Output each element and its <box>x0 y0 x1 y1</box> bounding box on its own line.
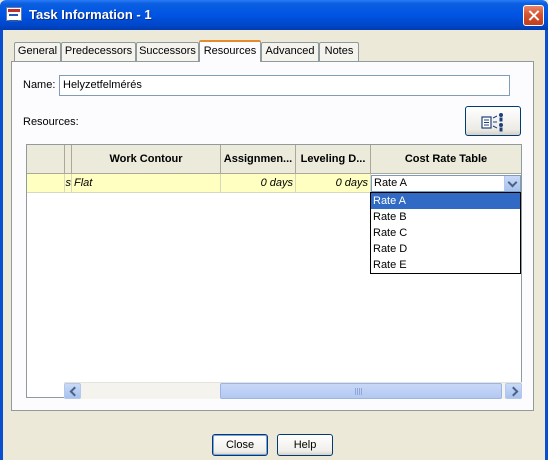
window-title: Task Information - 1 <box>29 7 152 22</box>
dropdown-option-rate-a[interactable]: Rate A <box>371 193 520 209</box>
scroll-right-icon[interactable] <box>505 383 522 399</box>
tab-predecessors[interactable]: Predecessors <box>61 42 136 61</box>
grip-icon <box>355 388 363 395</box>
window-frame-left <box>0 30 3 460</box>
app-icon <box>6 7 22 22</box>
cost-rate-dropdown-list[interactable]: Rate A Rate B Rate C Rate D Rate E <box>370 192 521 274</box>
cell-resource-name[interactable]: s <box>65 174 72 193</box>
chevron-down-icon[interactable] <box>504 176 520 191</box>
tab-advanced[interactable]: Advanced <box>261 42 319 61</box>
tab-general[interactable]: General <box>14 42 61 61</box>
column-header-cost-rate-table[interactable]: Cost Rate Table <box>371 145 521 174</box>
name-field[interactable]: Helyzetfelmérés <box>59 75 510 96</box>
cell-work-contour[interactable]: Flat <box>72 174 221 193</box>
dropdown-option-rate-d[interactable]: Rate D <box>371 241 520 257</box>
tab-notes[interactable]: Notes <box>319 42 359 61</box>
cost-rate-combo-value: Rate A <box>374 177 408 189</box>
tab-successors[interactable]: Successors <box>136 42 199 61</box>
assign-resources-button[interactable] <box>465 106 521 136</box>
dropdown-option-rate-c[interactable]: Rate C <box>371 225 520 241</box>
title-bar[interactable]: Task Information - 1 <box>0 0 548 30</box>
cell-leveling-delay[interactable]: 0 days <box>296 174 371 193</box>
name-label: Name: <box>23 79 56 91</box>
column-header-leveling-delay[interactable]: Leveling D... <box>296 145 371 174</box>
horizontal-scrollbar[interactable] <box>64 382 522 399</box>
table-row[interactable]: s Flat 0 days 0 days Rate A <box>27 174 521 193</box>
column-header-work-contour[interactable]: Work Contour <box>72 145 221 174</box>
help-button[interactable]: Help <box>277 434 333 456</box>
resources-label: Resources: <box>23 116 79 128</box>
close-button[interactable]: Close <box>212 434 268 456</box>
dropdown-option-rate-e[interactable]: Rate E <box>371 257 520 273</box>
scroll-left-icon[interactable] <box>64 383 81 399</box>
cell-assignment-delay[interactable]: 0 days <box>221 174 296 193</box>
column-header-resource[interactable] <box>65 145 72 174</box>
assign-resources-icon <box>481 113 503 132</box>
column-header-id[interactable] <box>27 145 65 174</box>
scrollbar-thumb[interactable] <box>220 383 502 399</box>
column-header-assignment-delay[interactable]: Assignmen... <box>221 145 296 174</box>
close-icon[interactable] <box>523 5 544 26</box>
cost-rate-combo[interactable]: Rate A <box>371 175 521 192</box>
cell-id[interactable] <box>27 174 65 193</box>
tab-resources[interactable]: Resources <box>199 40 261 62</box>
dropdown-option-rate-b[interactable]: Rate B <box>371 209 520 225</box>
